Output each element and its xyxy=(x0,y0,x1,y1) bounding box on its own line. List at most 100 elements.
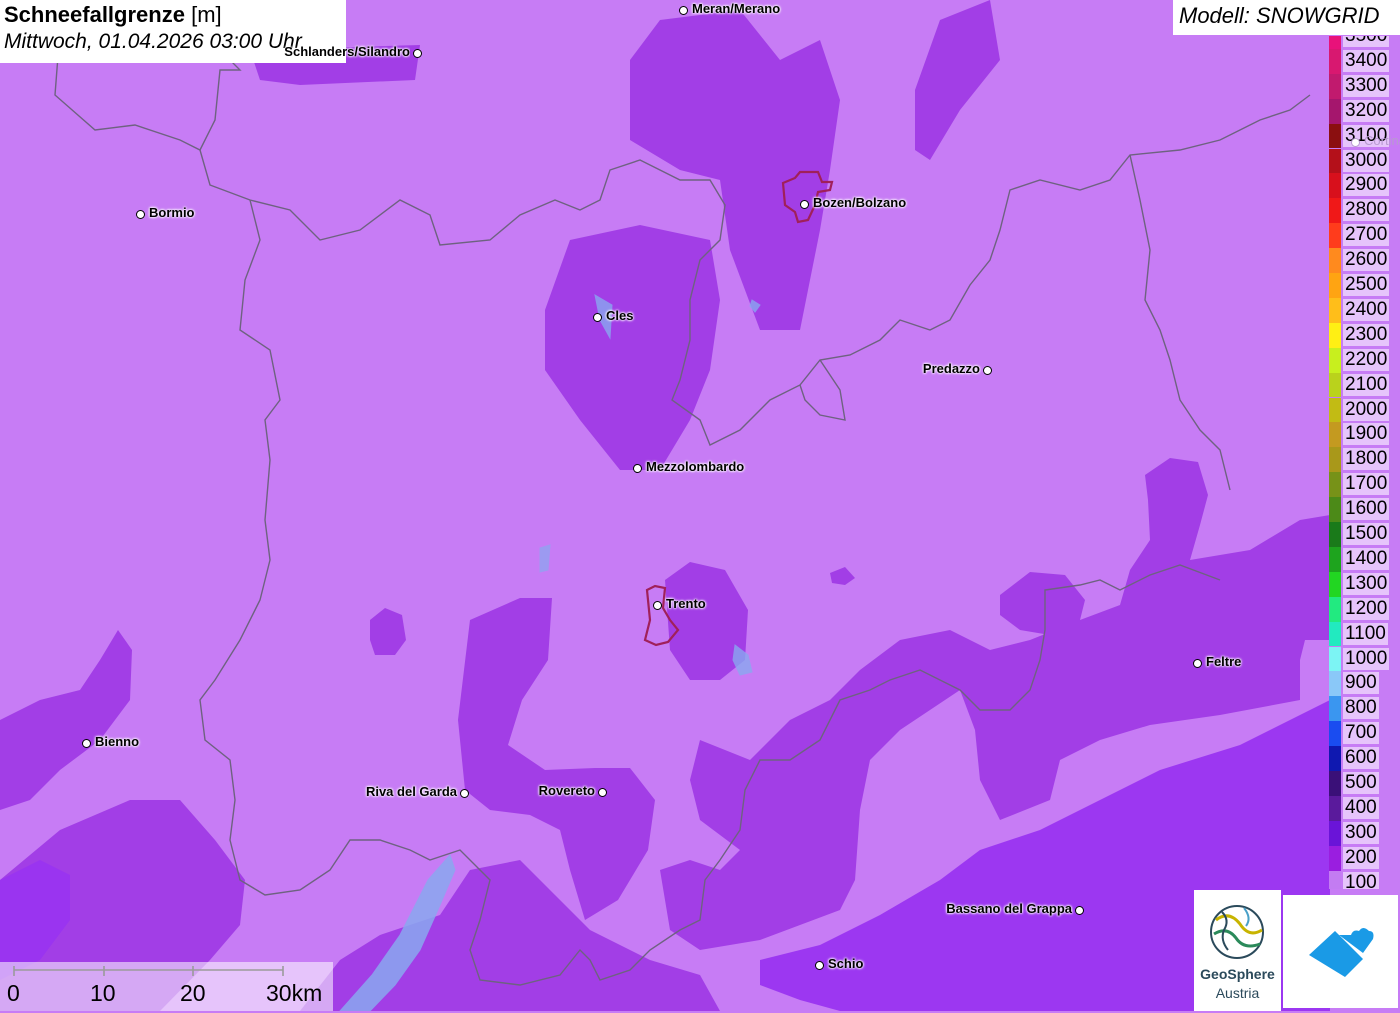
legend-swatch xyxy=(1329,198,1341,224)
legend-label: 3500 xyxy=(1343,36,1390,47)
city-label[interactable]: Cortina xyxy=(1364,133,1400,148)
legend-label: 1000 xyxy=(1343,647,1390,670)
city-marker-icon[interactable] xyxy=(413,49,422,58)
legend-label: 3400 xyxy=(1343,49,1390,72)
legend-swatch xyxy=(1329,422,1341,448)
legend-swatch xyxy=(1329,273,1341,298)
city-label[interactable]: Rovereto xyxy=(539,783,595,798)
city-marker-icon[interactable] xyxy=(1075,906,1084,915)
city-label[interactable]: Bozen/Bolzano xyxy=(813,195,906,210)
geosphere-logo[interactable]: GeoSphere Austria xyxy=(1194,890,1281,1011)
legend-swatch xyxy=(1329,870,1341,889)
city-label[interactable]: Mezzolombardo xyxy=(646,459,744,474)
city-label[interactable]: Bienno xyxy=(95,734,139,749)
legend-row: 3500 xyxy=(1329,36,1400,49)
legend-label: 2600 xyxy=(1343,249,1390,272)
legend-label: 700 xyxy=(1343,722,1379,745)
legend-swatch xyxy=(1329,596,1341,622)
color-legend: 3500340033003200310030002900280027002600… xyxy=(1329,36,1400,889)
legend-label: 2400 xyxy=(1343,298,1390,321)
city-label[interactable]: Meran/Merano xyxy=(692,1,780,16)
legend-label: 300 xyxy=(1343,821,1379,844)
legend-label: 500 xyxy=(1343,772,1379,794)
snowfall-limit-map[interactable] xyxy=(0,0,1400,1011)
legend-label: 900 xyxy=(1343,672,1379,695)
scale-label-0: 0 xyxy=(7,980,20,1006)
city-label[interactable]: Schio xyxy=(828,956,863,971)
legend-swatch xyxy=(1329,397,1341,423)
legend-label: 3300 xyxy=(1343,74,1390,97)
scale-label-20: 20 xyxy=(180,980,206,1006)
legend-swatch xyxy=(1329,546,1341,572)
city-marker-icon[interactable] xyxy=(460,789,469,798)
legend-row: 3400 xyxy=(1329,48,1400,74)
weather-app-logo[interactable] xyxy=(1283,895,1398,1008)
city-marker-icon[interactable] xyxy=(1351,138,1360,147)
city-marker-icon[interactable] xyxy=(136,210,145,219)
legend-label: 2300 xyxy=(1343,323,1390,346)
legend-swatch xyxy=(1329,372,1341,398)
legend-row: 700 xyxy=(1329,721,1400,747)
city-marker-icon[interactable] xyxy=(1193,659,1202,668)
geosphere-country: Austria xyxy=(1215,985,1260,1001)
legend-swatch xyxy=(1329,98,1341,124)
legend-label: 600 xyxy=(1343,747,1379,770)
legend-label: 1600 xyxy=(1343,498,1390,521)
legend-label: 200 xyxy=(1343,846,1379,869)
geosphere-name: GeoSphere xyxy=(1200,966,1275,982)
legend-row: 800 xyxy=(1329,696,1400,722)
legend-row: 3000 xyxy=(1329,148,1400,174)
city-label[interactable]: Predazzo xyxy=(923,361,980,376)
city-label[interactable]: Riva del Garda xyxy=(366,784,457,799)
legend-row: 1100 xyxy=(1329,621,1400,647)
city-marker-icon[interactable] xyxy=(593,313,602,322)
legend-swatch xyxy=(1329,223,1341,249)
legend-row: 1500 xyxy=(1329,522,1400,547)
city-marker-icon[interactable] xyxy=(983,366,992,375)
legend-label: 800 xyxy=(1343,697,1379,720)
legend-swatch xyxy=(1329,820,1341,846)
legend-label: 1700 xyxy=(1343,473,1390,496)
legend-row: 3200 xyxy=(1329,98,1400,124)
legend-swatch xyxy=(1329,173,1341,199)
legend-label: 1300 xyxy=(1343,572,1390,595)
legend-row: 200 xyxy=(1329,845,1400,871)
legend-row: 2300 xyxy=(1329,322,1400,348)
city-label[interactable]: Schlanders/Silandro xyxy=(284,44,410,59)
city-label[interactable]: Bormio xyxy=(149,205,195,220)
city-label[interactable]: Trento xyxy=(666,596,706,611)
legend-label: 1400 xyxy=(1343,547,1390,570)
legend-swatch xyxy=(1329,721,1341,747)
legend-row: 2600 xyxy=(1329,248,1400,273)
legend-row: 900 xyxy=(1329,671,1400,697)
legend-row: 100 xyxy=(1329,870,1400,889)
legend-swatch xyxy=(1329,347,1341,373)
legend-label: 1500 xyxy=(1343,523,1390,545)
scale-label-30km: 30km xyxy=(266,980,323,1006)
legend-swatch xyxy=(1329,746,1341,771)
city-marker-icon[interactable] xyxy=(82,739,91,748)
city-label[interactable]: Cles xyxy=(606,308,633,323)
legend-row: 2400 xyxy=(1329,297,1400,323)
legend-row: 2000 xyxy=(1329,397,1400,423)
legend-row: 2200 xyxy=(1329,347,1400,373)
legend-swatch xyxy=(1329,771,1341,796)
city-label[interactable]: Bassano del Grappa xyxy=(946,901,1072,916)
city-marker-icon[interactable] xyxy=(653,601,662,610)
legend-label: 3000 xyxy=(1343,149,1390,172)
city-marker-icon[interactable] xyxy=(633,464,642,473)
legend-swatch xyxy=(1329,322,1341,348)
city-marker-icon[interactable] xyxy=(815,961,824,970)
legend-row: 1600 xyxy=(1329,497,1400,522)
mountain-cloud-icon xyxy=(1309,928,1374,977)
legend-row: 300 xyxy=(1329,820,1400,846)
legend-row: 2700 xyxy=(1329,223,1400,249)
city-label[interactable]: Feltre xyxy=(1206,654,1241,669)
city-marker-icon[interactable] xyxy=(679,6,688,15)
legend-row: 400 xyxy=(1329,795,1400,821)
city-marker-icon[interactable] xyxy=(800,200,809,209)
city-marker-icon[interactable] xyxy=(598,788,607,797)
legend-swatch xyxy=(1329,795,1341,821)
legend-swatch xyxy=(1329,472,1341,498)
legend-swatch xyxy=(1329,123,1341,149)
